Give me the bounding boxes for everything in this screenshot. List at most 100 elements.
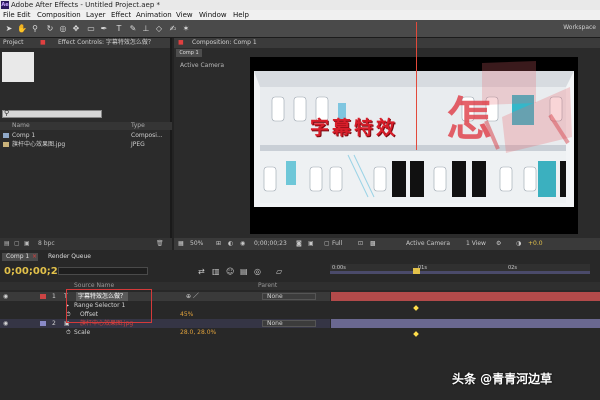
scale-label: Scale bbox=[74, 329, 91, 336]
show-channel-icon[interactable]: ▣ bbox=[308, 238, 314, 250]
menu-layer[interactable]: Layer bbox=[86, 10, 106, 20]
timeline-search-input[interactable] bbox=[58, 267, 148, 275]
menu-effect[interactable]: Effect bbox=[111, 10, 131, 20]
type-tool-icon[interactable]: T bbox=[114, 23, 124, 34]
region-of-interest-icon[interactable]: ▢ bbox=[324, 238, 330, 250]
layer-prop-scale[interactable]: ⏱ Scale 28.0, 28.0% bbox=[0, 328, 330, 337]
rotate-tool-icon[interactable]: ↻ bbox=[45, 23, 55, 34]
camera-view-dropdown[interactable]: Active Camera bbox=[406, 238, 450, 250]
close-tab-icon[interactable]: × bbox=[32, 253, 37, 261]
resolution-dropdown[interactable]: Full bbox=[332, 238, 342, 250]
brush-tool-icon[interactable]: ✎ bbox=[128, 23, 138, 34]
puppet-tool-icon[interactable]: ✶ bbox=[181, 23, 191, 34]
tab-render-queue[interactable]: Render Queue bbox=[48, 253, 91, 261]
new-folder-icon[interactable]: ▢ bbox=[14, 238, 20, 250]
render-options-icon[interactable]: ⚙ bbox=[496, 238, 501, 250]
draft-3d-icon[interactable]: ▥ bbox=[212, 267, 220, 276]
composition-icon bbox=[3, 133, 9, 138]
offset-value[interactable]: 45% bbox=[180, 310, 193, 319]
new-comp-icon[interactable]: ▣ bbox=[24, 238, 30, 250]
mask-tool-icon[interactable]: ▭ bbox=[86, 23, 96, 34]
column-parent[interactable]: Parent bbox=[258, 282, 277, 290]
eraser-tool-icon[interactable]: ◇ bbox=[154, 23, 164, 34]
roto-brush-tool-icon[interactable]: ✍ bbox=[168, 23, 178, 34]
fast-preview-icon[interactable]: ⊡ bbox=[358, 238, 363, 250]
menu-help[interactable]: Help bbox=[233, 10, 249, 20]
bit-depth-label[interactable]: 8 bpc bbox=[38, 238, 55, 250]
timeline-current-time[interactable]: 0;00;00;23 bbox=[4, 266, 65, 277]
layer-bar-text[interactable] bbox=[331, 292, 600, 301]
pen-tool-icon[interactable]: ✒ bbox=[99, 23, 109, 34]
tab-project[interactable]: Project bbox=[3, 38, 24, 48]
menu-view[interactable]: View bbox=[176, 10, 193, 20]
playhead-handle[interactable] bbox=[413, 268, 420, 274]
scale-value[interactable]: 28.0, 28.0% bbox=[180, 328, 216, 337]
layer-row-image[interactable]: ◉ 2 ▣ 旗杆中心效果图.jpg None bbox=[0, 319, 330, 328]
hand-tool-icon[interactable]: ✋ bbox=[17, 23, 27, 34]
view-layout-dropdown[interactable]: 1 View bbox=[466, 238, 486, 250]
hide-shy-layers-icon[interactable]: ☺ bbox=[226, 267, 234, 276]
delete-icon[interactable]: 🗑 bbox=[156, 238, 164, 250]
selection-tool-icon[interactable]: ➤ bbox=[4, 23, 14, 34]
layer-bar-image[interactable] bbox=[331, 319, 600, 328]
layer-prop-offset[interactable]: ⏱ Offset 45% bbox=[0, 310, 330, 319]
composition-canvas[interactable]: 字幕特效 怎 bbox=[250, 57, 578, 234]
work-area-bar[interactable] bbox=[330, 271, 590, 274]
parent-dropdown[interactable]: None bbox=[262, 320, 316, 327]
layer-switches[interactable]: ⊕ ／ bbox=[186, 292, 199, 301]
visibility-eye-icon[interactable]: ◉ bbox=[3, 292, 8, 301]
tab-timeline-comp1[interactable]: Comp 1 bbox=[6, 253, 29, 261]
zoom-dropdown[interactable]: 50% bbox=[190, 238, 203, 250]
column-type[interactable]: Type bbox=[131, 122, 145, 130]
column-name[interactable]: Name bbox=[12, 122, 30, 130]
label-color-swatch[interactable] bbox=[40, 294, 46, 299]
interpret-footage-icon[interactable]: ▤ bbox=[4, 238, 10, 250]
camera-orbit-tool-icon[interactable]: ◎ bbox=[58, 23, 68, 34]
parent-dropdown[interactable]: None bbox=[262, 293, 316, 300]
exposure-icon[interactable]: ◑ bbox=[516, 238, 521, 250]
visibility-eye-icon[interactable]: ◉ bbox=[3, 319, 8, 328]
project-item-comp[interactable]: Comp 1 Composi... bbox=[0, 131, 172, 140]
tab-effect-controls[interactable]: Effect Controls: 字幕特效怎么做？ bbox=[58, 38, 154, 48]
project-item-image[interactable]: 旗杆中心效果图.jpg JPEG bbox=[0, 140, 172, 149]
menu-composition[interactable]: Composition bbox=[37, 10, 81, 20]
menu-animation[interactable]: Animation bbox=[136, 10, 172, 20]
parking-scene-image bbox=[250, 57, 578, 234]
zoom-tool-icon[interactable]: ⚲ bbox=[30, 23, 40, 34]
overlay-title-text: 字幕特效 bbox=[310, 117, 399, 139]
comp-navigator-tab[interactable]: Comp 1 bbox=[176, 49, 202, 57]
grid-icon[interactable]: ⊞ bbox=[216, 238, 221, 250]
tab-composition[interactable]: Composition: Comp 1 bbox=[192, 38, 257, 48]
exposure-value[interactable]: +0.0 bbox=[528, 238, 543, 250]
layer-row-text[interactable]: ◉ 1 T 字幕特效怎么做？ ⊕ ／ None bbox=[0, 292, 330, 301]
snapshot-icon[interactable]: ◉ bbox=[240, 238, 245, 250]
mask-toggle-icon[interactable]: ◐ bbox=[228, 238, 233, 250]
lock-icon[interactable]: ■ bbox=[178, 38, 184, 48]
stopwatch-icon[interactable]: ⏱ bbox=[66, 328, 71, 337]
toggle-pixel-icon[interactable]: ▦ bbox=[178, 238, 184, 250]
time-ruler[interactable]: 0:00s 01s 02s bbox=[330, 264, 590, 274]
watermark-text: 头条 @青青河边草 bbox=[452, 372, 553, 386]
project-search-input[interactable]: ⚲ bbox=[2, 109, 102, 118]
workspace-label[interactable]: Workspace bbox=[563, 24, 596, 31]
label-color-swatch[interactable] bbox=[40, 321, 46, 326]
annotation-highlight-box bbox=[66, 289, 152, 323]
clone-stamp-tool-icon[interactable]: ⊥ bbox=[141, 23, 151, 34]
camera-icon[interactable]: ◙ bbox=[296, 238, 302, 250]
menu-window[interactable]: Window bbox=[199, 10, 227, 20]
current-time-display[interactable]: 0;00;00;23 bbox=[254, 238, 287, 250]
frame-blending-icon[interactable]: ▤ bbox=[240, 267, 248, 276]
menu-edit[interactable]: Edit bbox=[17, 10, 31, 20]
pan-behind-tool-icon[interactable]: ✥ bbox=[71, 23, 81, 34]
comp-mini-flowchart-icon[interactable]: ⇄ bbox=[198, 267, 205, 276]
keyframe-marker[interactable] bbox=[413, 331, 419, 337]
graph-editor-icon[interactable]: ▱ bbox=[276, 267, 282, 276]
transparency-grid-icon[interactable]: ▩ bbox=[370, 238, 376, 250]
project-column-header: Name Type bbox=[0, 122, 172, 130]
layer-prop-range-selector[interactable]: ▸ Range Selector 1 bbox=[0, 301, 330, 310]
keyframe-marker[interactable] bbox=[413, 305, 419, 311]
playhead[interactable] bbox=[416, 22, 417, 150]
motion-blur-icon[interactable]: ◎ bbox=[254, 267, 261, 276]
menu-file[interactable]: File bbox=[3, 10, 15, 20]
close-icon[interactable]: ■ bbox=[40, 38, 46, 48]
